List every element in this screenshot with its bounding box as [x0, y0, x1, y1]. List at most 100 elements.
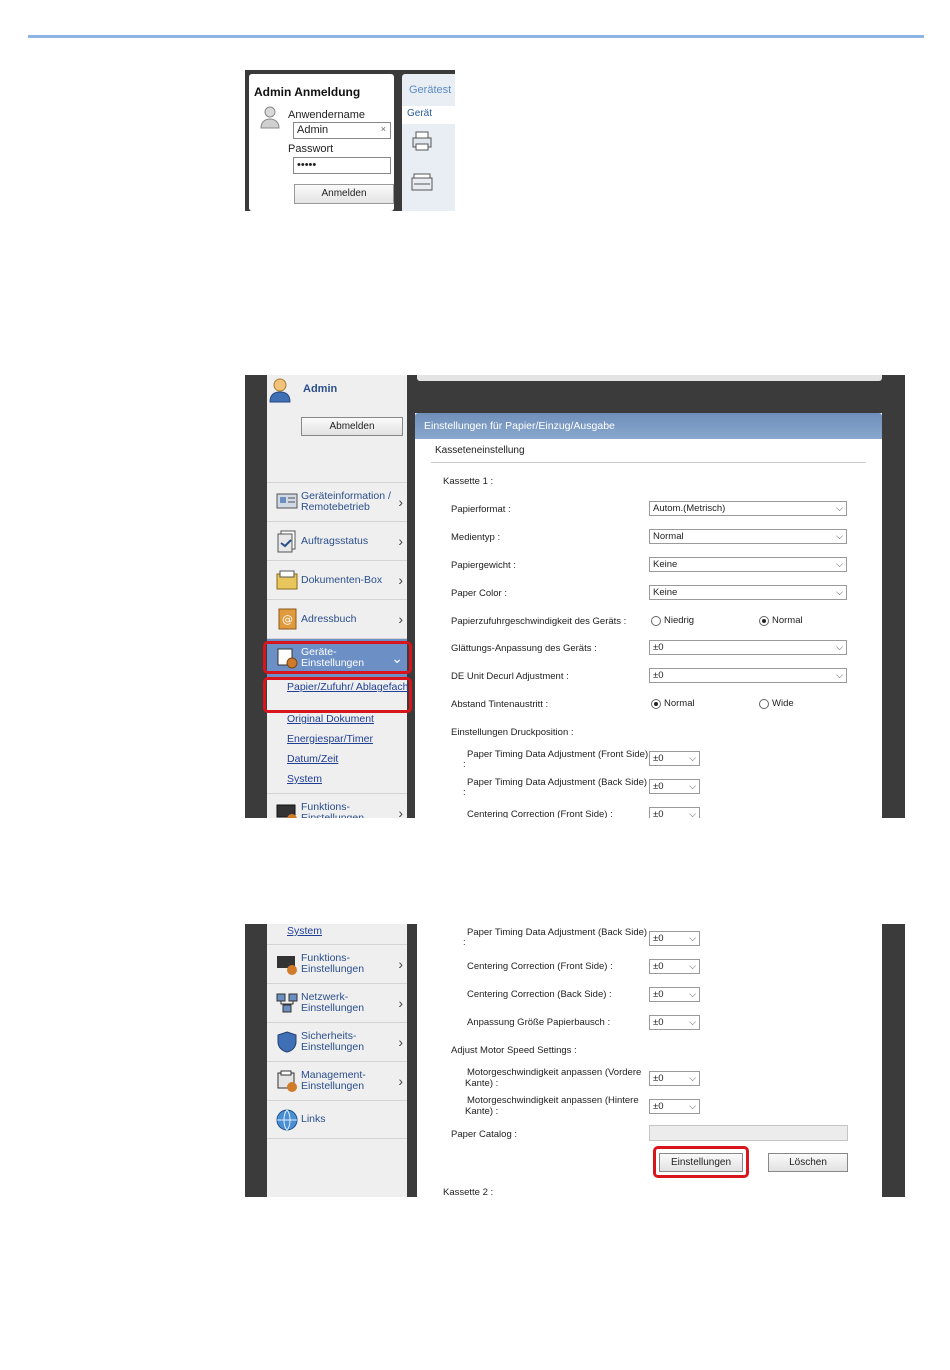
chevron-right-icon: › — [398, 572, 403, 588]
header-rule — [28, 35, 924, 38]
media-type-select[interactable]: Normal ⌵ — [649, 529, 847, 544]
chevron-down-icon: ⌵ — [836, 587, 843, 597]
radio-label: Normal — [772, 615, 803, 626]
centering-front-select[interactable]: ±0 ⌵ — [649, 959, 700, 974]
nav-label: Funktions- Einstellungen — [301, 952, 365, 975]
paper-settings-panel: Einstellungen für Papier/Einzug/Ausgabe … — [415, 413, 882, 818]
subnav-original[interactable]: Original Dokument — [287, 714, 374, 725]
smoothing-select[interactable]: ±0 ⌵ — [649, 640, 847, 655]
nav-function-settings[interactable]: Funktions- Einstellungen › — [267, 944, 407, 983]
username-label: Anwendername — [288, 109, 366, 121]
right-menu-panel: Gerätest Gerät — [402, 74, 455, 211]
chevron-down-icon: ⌵ — [689, 753, 696, 763]
paper-color-select[interactable]: Keine ⌵ — [649, 585, 847, 600]
select-value: Normal — [653, 531, 684, 542]
motor-front-label2: Kante) : — [465, 1078, 499, 1089]
nav-management-settings[interactable]: Management- Einstellungen › — [267, 1061, 407, 1100]
logout-button[interactable]: Abmelden — [301, 417, 403, 436]
nav-device-info[interactable]: Geräteinformation / Remotebetrieb › — [267, 482, 407, 521]
svg-text:@: @ — [282, 613, 293, 626]
paper-curl-select[interactable]: ±0 ⌵ — [649, 1015, 700, 1030]
centering-front-label: Centering Correction (Front Side) : — [467, 961, 613, 972]
password-label: Passwort — [288, 143, 334, 155]
select-value: Autom.(Metrisch) — [653, 503, 726, 514]
nav-job-status[interactable]: Auftragsstatus › — [267, 521, 407, 560]
chevron-right-icon: › — [398, 1034, 403, 1050]
nav-label: Adressbuch — [301, 612, 357, 625]
paper-catalog-field[interactable] — [649, 1125, 848, 1141]
chevron-down-icon: ⌵ — [689, 1073, 696, 1083]
chevron-down-icon: ⌵ — [689, 989, 696, 999]
delete-button[interactable]: Löschen — [768, 1153, 848, 1172]
password-field[interactable]: ••••• — [293, 157, 391, 174]
address-book-icon: @ — [278, 608, 297, 630]
subnav-system[interactable]: System — [287, 774, 322, 785]
subnav-system[interactable]: System — [287, 926, 322, 937]
chevron-down-icon: ⌵ — [836, 531, 843, 541]
ptd-front-colon: : — [463, 759, 466, 770]
nav-function-settings[interactable]: Funktions- Einstellungen › — [267, 793, 407, 818]
chevron-right-icon: › — [398, 995, 403, 1011]
decurl-label: DE Unit Decurl Adjustment : — [451, 671, 569, 682]
paper-color-label: Paper Color : — [451, 588, 507, 599]
ink-wide-radio[interactable]: Wide — [759, 698, 794, 709]
function-settings-icon — [276, 804, 297, 818]
motor-front-select[interactable]: ±0 ⌵ — [649, 1071, 700, 1086]
feed-speed-normal-radio[interactable]: Normal — [759, 615, 803, 626]
chevron-down-icon: ⌵ — [836, 642, 843, 652]
chevron-right-icon: › — [398, 956, 403, 972]
ptd-front-select[interactable]: ±0 ⌵ — [649, 751, 700, 766]
job-status-icon — [277, 530, 296, 553]
motor-back-select[interactable]: ±0 ⌵ — [649, 1099, 700, 1114]
subnav-date[interactable]: Datum/Zeit — [287, 754, 338, 765]
nav-document-box[interactable]: Dokumenten-Box › — [267, 560, 407, 599]
ptd-back-select[interactable]: ±0 ⌵ — [649, 931, 700, 946]
nav-label: Sicherheits- Einstellungen — [301, 1030, 365, 1053]
nav-label: Geräteinformation / Remotebetrieb — [301, 490, 391, 513]
ptd-back-select[interactable]: ±0 ⌵ — [649, 779, 700, 794]
nav-label: Auftragsstatus — [301, 534, 369, 547]
device-info-icon — [276, 493, 298, 509]
highlight-device-settings — [263, 641, 412, 674]
nav-address-book[interactable]: @ Adressbuch › — [267, 599, 407, 638]
cassette-label: Kassette 1 : — [443, 476, 494, 487]
feed-speed-low-radio[interactable]: Niedrig — [651, 615, 694, 626]
paper-size-label: Papierformat : — [451, 504, 511, 515]
login-button[interactable]: Anmelden — [294, 184, 394, 204]
ptd-back-label: Paper Timing Data Adjustment (Back Side) — [467, 927, 648, 938]
centering-back-select[interactable]: ±0 ⌵ — [649, 987, 700, 1002]
select-value: ±0 — [653, 781, 664, 792]
clear-icon[interactable]: × — [381, 124, 386, 134]
chevron-down-icon: ⌵ — [689, 933, 696, 943]
chevron-down-icon: ⌵ — [836, 670, 843, 680]
ink-distance-label: Abstand Tintenaustritt : — [451, 699, 549, 710]
nav-network-settings[interactable]: Netzwerk- Einstellungen › — [267, 983, 407, 1022]
paper-weight-select[interactable]: Keine ⌵ — [649, 557, 847, 572]
motor-back-label2: Kante) : — [465, 1106, 499, 1117]
top-panel-edge — [417, 375, 882, 381]
radio-circle — [651, 615, 661, 626]
chevron-down-icon: ⌵ — [689, 809, 696, 818]
login-title: Admin Anmeldung — [254, 85, 361, 99]
paper-size-select[interactable]: Autom.(Metrisch) ⌵ — [649, 501, 847, 516]
subnav-energy[interactable]: Energiespar/Timer — [287, 734, 373, 745]
nav-label: Funktions- Einstellungen — [301, 801, 365, 819]
printer-icon — [412, 131, 432, 151]
select-value: ±0 — [653, 961, 664, 972]
device-status-tab[interactable]: Gerätest — [409, 84, 451, 96]
ink-normal-radio[interactable]: Normal — [651, 698, 695, 709]
select-value: ±0 — [653, 933, 664, 944]
function-settings-icon — [277, 956, 297, 975]
divider — [431, 462, 866, 463]
feed-speed-label: Papierzufuhrgeschwindigkeit des Geräts : — [451, 616, 627, 627]
panel-title: Einstellungen für Papier/Einzug/Ausgabe — [415, 413, 882, 439]
nav-label: Management- Einstellungen — [301, 1069, 366, 1092]
radio-label: Niedrig — [664, 615, 695, 626]
device-subtab[interactable]: Gerät — [402, 106, 455, 124]
nav-security-settings[interactable]: Sicherheits- Einstellungen › — [267, 1022, 407, 1061]
login-screenshot: Admin Anmeldung Anwendername Admin × Pass… — [245, 70, 455, 211]
decurl-select[interactable]: ±0 ⌵ — [649, 668, 847, 683]
centering-front-select[interactable]: ±0 ⌵ — [649, 807, 700, 818]
nav-links[interactable]: Links — [267, 1100, 407, 1139]
username-field[interactable]: Admin × — [293, 122, 391, 139]
